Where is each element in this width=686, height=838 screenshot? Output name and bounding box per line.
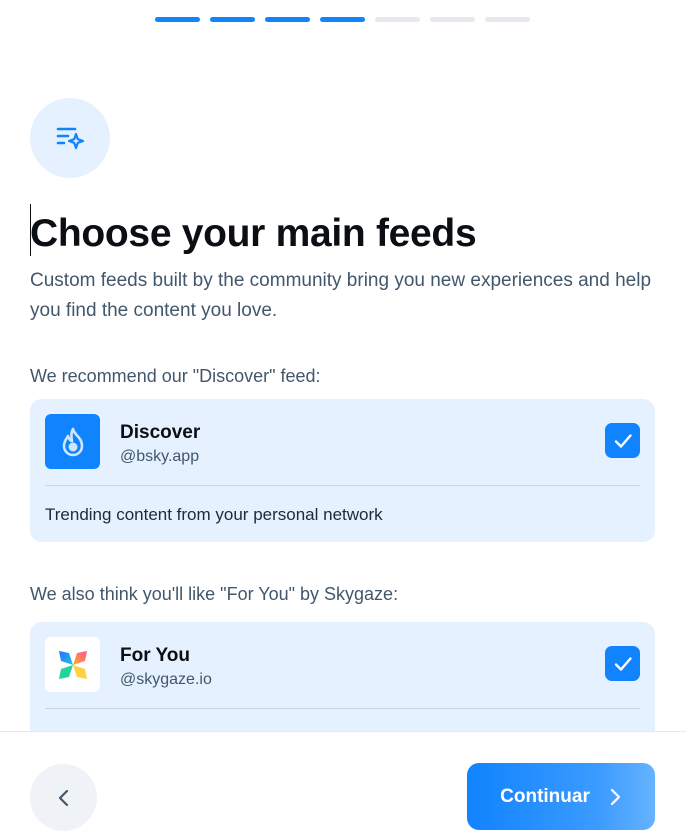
chevron-left-icon (58, 789, 68, 806)
checkmark-icon (614, 433, 632, 448)
progress-segment (485, 17, 530, 22)
progress-segment (155, 17, 200, 22)
card-divider (45, 708, 640, 709)
recommended-label: We recommend our "Discover" feed: (30, 366, 321, 386)
chevron-right-icon (610, 788, 620, 805)
page-subtitle: Custom feeds built by the community brin… (30, 270, 652, 321)
progress-segment (430, 17, 475, 22)
footer-bar: Continuar (0, 731, 686, 838)
feed-checkbox[interactable] (605, 423, 640, 458)
feed-handle: @skygaze.io (120, 671, 212, 688)
feeds-sparkle-icon (30, 98, 110, 178)
page-title: Choose your main feeds (30, 212, 477, 255)
feed-name: For You (120, 645, 191, 666)
progress-segment (375, 17, 420, 22)
progress-segment (210, 17, 255, 22)
feed-description: Trending content from your personal netw… (45, 505, 383, 524)
also-like-label: We also think you'll like "For You" by S… (30, 584, 399, 604)
progress-bar (155, 17, 530, 22)
progress-segment (320, 17, 365, 22)
flame-icon (45, 414, 100, 469)
feed-checkbox[interactable] (605, 646, 640, 681)
progress-segment (265, 17, 310, 22)
feed-name: Discover (120, 422, 201, 443)
continue-button[interactable]: Continuar (467, 763, 655, 830)
feed-handle: @bsky.app (120, 448, 200, 465)
back-button[interactable] (30, 764, 97, 831)
skygaze-logo-icon (45, 637, 100, 692)
continue-label: Continuar (500, 785, 590, 807)
checkmark-icon (614, 656, 632, 671)
feed-card-discover[interactable]: Discover @bsky.app Trending content from… (30, 399, 655, 542)
